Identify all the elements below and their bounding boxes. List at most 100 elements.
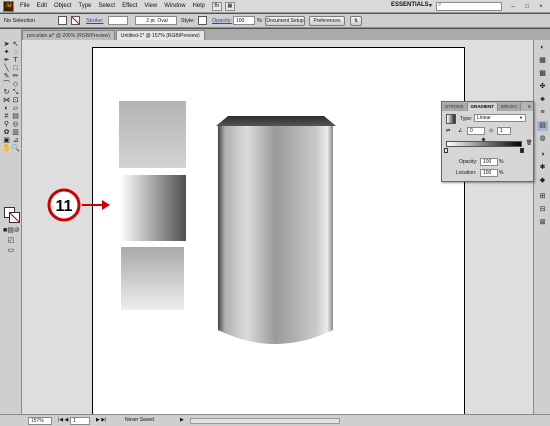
scale-tool-icon[interactable]: ⤡ xyxy=(11,89,20,97)
menu-select[interactable]: Select xyxy=(98,3,115,9)
menu-file[interactable]: File xyxy=(20,3,30,9)
direct-selection-tool-icon[interactable]: ↖ xyxy=(11,41,20,49)
panel-menu-icon[interactable]: ≡ xyxy=(528,103,531,111)
minimize-button[interactable]: – xyxy=(508,2,518,11)
menu-help[interactable]: Help xyxy=(193,3,205,9)
transparency-panel-icon[interactable]: ◍ xyxy=(537,134,548,144)
close-button[interactable]: × xyxy=(536,2,546,11)
canister-lid[interactable] xyxy=(216,116,336,126)
canvas-area[interactable]: 11 xyxy=(22,40,540,417)
free-transform-tool-icon[interactable]: ⊡ xyxy=(11,97,20,105)
gray-square-bottom[interactable] xyxy=(121,247,184,310)
opacity-label[interactable]: Opacity: xyxy=(212,18,232,24)
tab-gradient[interactable]: GRADIENT xyxy=(467,103,499,111)
slice-tool-icon[interactable]: ⊿ xyxy=(11,137,20,145)
bridge-button[interactable]: Br xyxy=(211,1,222,11)
swatches-panel-icon[interactable]: ▩ xyxy=(537,69,548,79)
rectangle-tool-icon[interactable]: □ xyxy=(11,65,20,73)
eyedropper-tool-icon[interactable]: ⚲ xyxy=(2,121,11,129)
graphic-styles-icon[interactable]: ✱ xyxy=(537,163,548,173)
selection-tool-icon[interactable]: ➤ xyxy=(2,41,11,49)
preferences-button[interactable]: Preferences xyxy=(309,16,345,26)
document-setup-button[interactable]: Document Setup xyxy=(265,16,305,26)
artboard-nav-icons[interactable]: |◀ ◀ xyxy=(58,417,68,423)
gradient-preview-swatch[interactable] xyxy=(446,114,456,124)
opacity-field[interactable]: 100 xyxy=(233,16,255,25)
brushes-panel-icon[interactable]: ✤ xyxy=(537,82,548,92)
gradient-square-middle[interactable] xyxy=(120,175,186,241)
rotate-tool-icon[interactable]: ↻ xyxy=(2,89,11,97)
screen-mode-icon[interactable]: ▭ xyxy=(3,247,19,255)
mesh-tool-icon[interactable]: # xyxy=(2,113,11,121)
tab-stroke[interactable]: STROKE xyxy=(442,103,468,111)
tab-untitled-1[interactable]: Untitled-1* @ 157% (RGB/Preview) xyxy=(115,30,205,40)
menu-window[interactable]: Window xyxy=(164,3,185,9)
stroke-swatch[interactable] xyxy=(71,16,80,25)
gradient-stop-end[interactable] xyxy=(520,148,524,153)
column-graph-tool-icon[interactable]: ▥ xyxy=(11,129,20,137)
shape-builder-tool-icon[interactable]: ◐ xyxy=(2,105,11,113)
canister-body[interactable] xyxy=(218,126,333,344)
menu-object[interactable]: Object xyxy=(54,3,71,9)
status-menu-icon[interactable]: ▶ xyxy=(180,417,184,423)
brush-definition-field[interactable]: 2 pt. Oval xyxy=(135,16,177,25)
fill-stroke-control[interactable] xyxy=(4,207,20,223)
horizontal-scrollbar[interactable] xyxy=(190,418,340,424)
gradient-opacity-field[interactable]: 100 xyxy=(480,158,498,166)
stroke-color-box[interactable] xyxy=(9,212,20,223)
type-tool-icon[interactable]: T xyxy=(11,57,20,65)
menu-type[interactable]: Type xyxy=(78,3,91,9)
arrange-documents-button[interactable]: ▦ xyxy=(224,1,235,11)
angle-field[interactable]: 0 xyxy=(467,127,485,135)
zoom-tool-icon[interactable]: 🔍 xyxy=(11,145,20,153)
color-guide-icon[interactable]: ▦ xyxy=(537,56,548,66)
align-panel-icon[interactable]: ⊞ xyxy=(537,192,548,202)
gray-square-top[interactable] xyxy=(119,101,186,168)
color-panel-icon[interactable]: ◐ xyxy=(537,43,548,53)
tab-brush[interactable]: BRUSH xyxy=(498,103,521,111)
pencil-tool-icon[interactable]: ✏ xyxy=(11,73,20,81)
stroke-label[interactable]: Stroke: xyxy=(86,18,103,24)
gradient-slider[interactable] xyxy=(446,141,522,147)
magic-wand-tool-icon[interactable]: ✦ xyxy=(2,49,11,57)
menu-edit[interactable]: Edit xyxy=(37,3,47,9)
symbol-sprayer-tool-icon[interactable]: ✿ xyxy=(2,129,11,137)
tab-porcelain[interactable]: porcelain.ai* @ 200% (RGB/Preview) xyxy=(22,30,115,40)
lasso-tool-icon[interactable]: ◌ xyxy=(11,49,20,57)
hand-tool-icon[interactable]: ✋ xyxy=(2,145,11,153)
color-mode-icons[interactable]: ■▤⊘ xyxy=(3,227,20,235)
blend-tool-icon[interactable]: ◎ xyxy=(11,121,20,129)
pen-tool-icon[interactable]: ✒ xyxy=(2,57,11,65)
menu-effect[interactable]: Effect xyxy=(122,3,137,9)
aspect-ratio-field[interactable]: 1 xyxy=(497,127,511,135)
paintbrush-tool-icon[interactable]: ✎ xyxy=(2,73,11,81)
workspace-switcher[interactable]: ESSENTIALS xyxy=(391,2,429,8)
chevron-down-icon[interactable]: ▼ xyxy=(428,3,433,9)
menu-view[interactable]: View xyxy=(144,3,157,9)
search-input[interactable] xyxy=(436,2,502,11)
blob-brush-tool-icon[interactable]: ⌒ xyxy=(2,81,11,89)
stroke-weight-field[interactable] xyxy=(108,16,128,25)
gradient-panel-icon[interactable]: ▤ xyxy=(537,121,548,131)
eraser-tool-icon[interactable]: ◇ xyxy=(11,81,20,89)
width-tool-icon[interactable]: ⋈ xyxy=(2,97,11,105)
trash-icon[interactable]: 🗑 xyxy=(526,140,532,146)
style-swatch[interactable] xyxy=(198,16,207,25)
artboard-number-field[interactable]: 1 xyxy=(70,417,90,425)
maximize-button[interactable]: □ xyxy=(522,2,532,11)
artboard-tool-icon[interactable]: ▣ xyxy=(2,137,11,145)
location-field[interactable]: 100 xyxy=(480,169,498,177)
arrange-icon[interactable]: ⇅ xyxy=(350,16,362,26)
fill-swatch[interactable] xyxy=(58,16,67,25)
transform-panel-icon[interactable]: ⊠ xyxy=(537,218,548,228)
gradient-tool-icon[interactable]: ▤ xyxy=(11,113,20,121)
symbols-panel-icon[interactable]: ♣ xyxy=(537,95,548,105)
gradient-stop-start[interactable] xyxy=(444,148,448,153)
appearance-panel-icon[interactable]: ◑ xyxy=(537,150,548,160)
layers-panel-icon[interactable]: ◆ xyxy=(537,176,548,186)
zoom-field[interactable]: 157% xyxy=(28,417,52,425)
line-tool-icon[interactable]: ╲ xyxy=(2,65,11,73)
stroke-panel-icon[interactable]: ≡ xyxy=(537,108,548,118)
drawing-mode-icons[interactable]: ◰ xyxy=(3,237,19,245)
illustrator-app-icon[interactable]: Ai xyxy=(3,0,14,12)
